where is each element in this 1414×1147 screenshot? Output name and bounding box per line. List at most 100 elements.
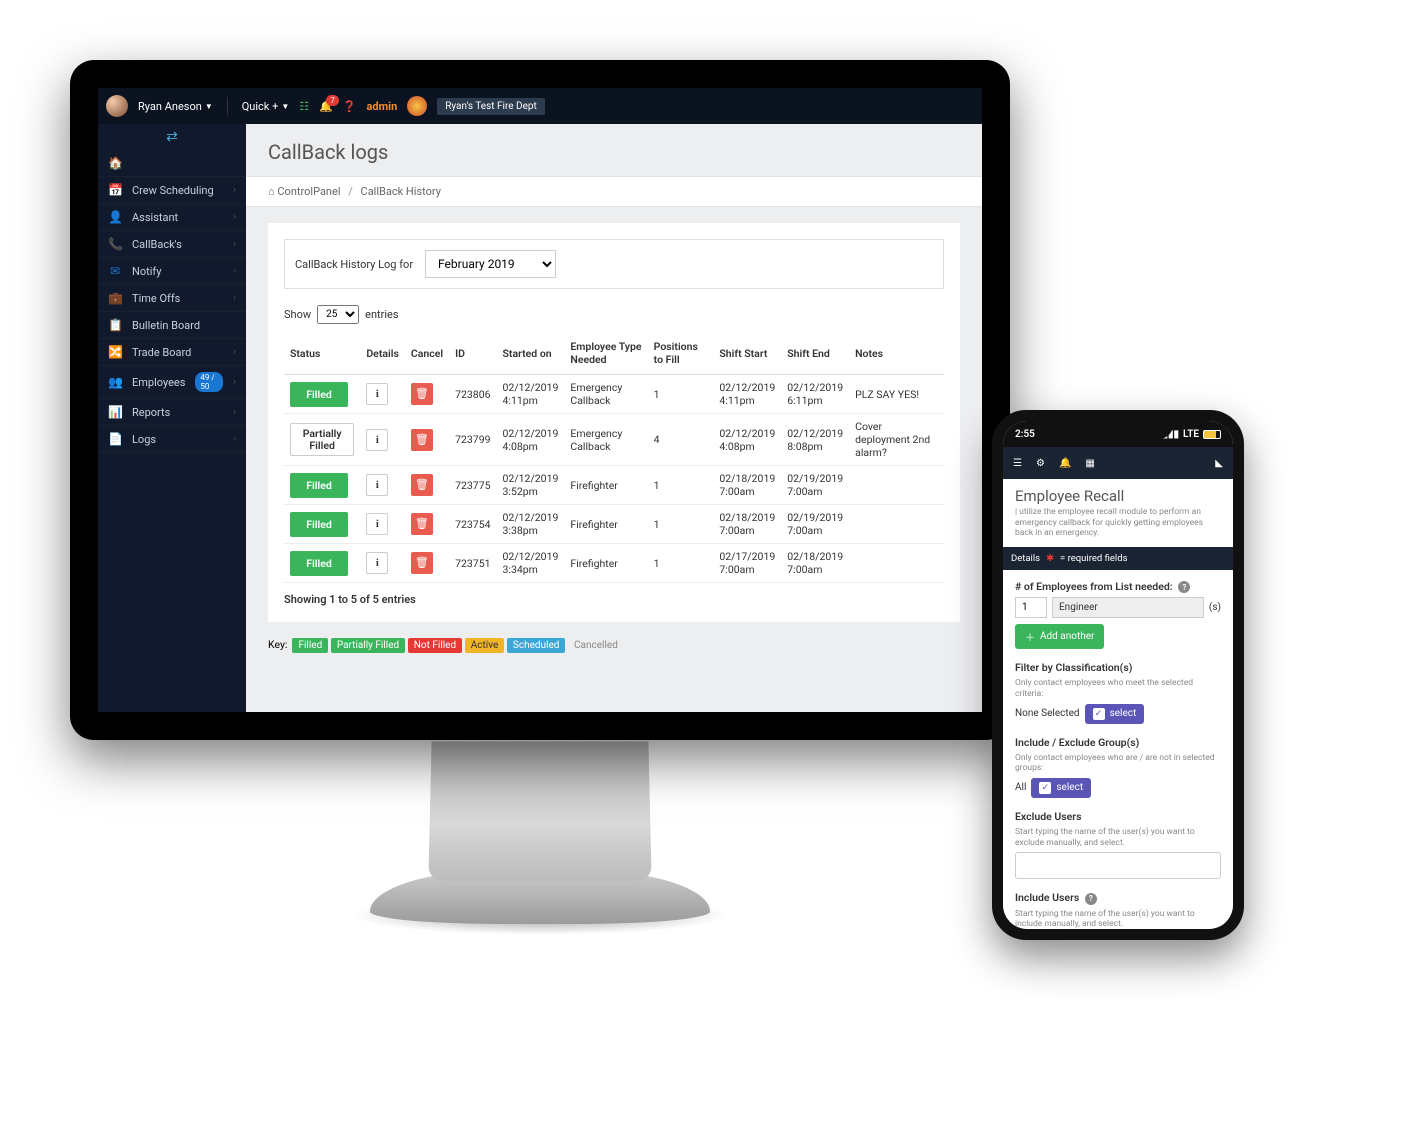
sidebar-item[interactable]: 🔀Trade Board› — [98, 339, 246, 366]
column-header[interactable]: Shift Start — [713, 332, 781, 375]
table-row: Partially Filled i 🗑 723799 02/12/20194:… — [284, 414, 944, 466]
phone-body[interactable]: Employee Recall | utilize the employee r… — [1003, 479, 1233, 929]
details-button[interactable]: i — [366, 513, 388, 535]
monitor-stand-neck — [428, 741, 651, 880]
notif-badge: 7 — [326, 95, 339, 106]
sidebar-toggle[interactable]: ⇄ — [98, 124, 246, 150]
cell-type: Firefighter — [564, 505, 647, 544]
sidebar-item[interactable]: 👥Employees49 / 50› — [98, 366, 246, 399]
column-header[interactable]: Positions to Fill — [648, 332, 714, 375]
chevron-right-icon: › — [233, 377, 236, 387]
sidebar-label: Reports — [132, 406, 170, 419]
callback-table: StatusDetailsCancelIDStarted onEmployee … — [284, 332, 944, 583]
mobile-phone: 2:55 ▮▮▮▮ LTE ☰ ⚙ 🔔 ▦ ◣ Employee Recall … — [992, 410, 1244, 940]
bell-icon[interactable]: 🔔 — [1059, 458, 1071, 469]
column-header[interactable]: Shift End — [781, 332, 849, 375]
cell-type: Emergency Callback — [564, 375, 647, 414]
sidebar-icon: 👥 — [108, 375, 122, 389]
chevron-right-icon: › — [233, 293, 236, 303]
filter-select-button[interactable]: ✓select — [1085, 704, 1145, 724]
sidebar-item[interactable]: 📅Crew Scheduling› — [98, 177, 246, 204]
status-pill: Filled — [290, 512, 348, 537]
details-button[interactable]: i — [366, 429, 388, 451]
sidebar-item[interactable]: 💼Time Offs› — [98, 285, 246, 312]
sidebar-icon: 📄 — [108, 432, 122, 446]
user-dropdown[interactable]: Ryan Aneson ▼ — [138, 100, 213, 113]
details-button[interactable]: i — [366, 474, 388, 496]
add-another-button[interactable]: ＋Add another — [1015, 624, 1104, 649]
plus-icon: ＋ — [1025, 629, 1035, 644]
entries-suffix: entries — [365, 308, 398, 321]
legend-pill: Not Filled — [408, 638, 462, 653]
cell-end: 02/19/20197:00am — [781, 505, 849, 544]
column-header[interactable]: Status — [284, 332, 360, 375]
details-button[interactable]: i — [366, 383, 388, 405]
help-icon[interactable]: ? — [1178, 581, 1190, 593]
entries-select[interactable]: 25 — [317, 305, 359, 324]
details-button[interactable]: i — [366, 552, 388, 574]
avatar[interactable] — [106, 95, 128, 117]
column-header[interactable]: ID — [449, 332, 496, 375]
phone-time: 2:55 — [1015, 429, 1035, 440]
exclude-users-input[interactable] — [1015, 852, 1221, 879]
home-icon[interactable]: ⌂ — [268, 185, 275, 198]
chevron-down-icon: ▼ — [205, 102, 213, 111]
calendar-icon[interactable]: ▦ — [1085, 458, 1094, 469]
logo-icon[interactable]: ◣ — [1215, 458, 1223, 469]
help-icon[interactable]: ? — [1085, 893, 1097, 905]
cell-started: 02/12/20194:08pm — [497, 414, 565, 466]
cell-started: 02/12/20194:11pm — [497, 375, 565, 414]
emp-count-input[interactable] — [1015, 597, 1047, 618]
details-strip: Details ✱ = required fields — [1003, 547, 1233, 570]
emp-count-label: # of Employees from List needed: — [1015, 580, 1173, 593]
emp-role-select[interactable]: Engineer — [1052, 597, 1204, 618]
cancel-button[interactable]: 🗑 — [411, 429, 433, 451]
column-header[interactable]: Notes — [849, 332, 944, 375]
sidebar-item[interactable]: ✉Notify› — [98, 258, 246, 285]
phone-page-title: Employee Recall — [1015, 487, 1221, 505]
gear-icon[interactable]: ⚙ — [1036, 458, 1045, 469]
cell-end: 02/12/20196:11pm — [781, 375, 849, 414]
cell-notes — [849, 466, 944, 505]
quick-menu[interactable]: Quick + ▼ — [242, 100, 290, 113]
include-select-button[interactable]: ✓select — [1031, 778, 1091, 798]
sidebar-item[interactable]: 🏠 — [98, 150, 246, 177]
notifications-button[interactable]: 🔔 7 — [319, 100, 333, 113]
cancel-button[interactable]: 🗑 — [411, 383, 433, 405]
cell-positions: 1 — [648, 375, 714, 414]
cell-id: 723751 — [449, 544, 496, 583]
sidebar-icon: ✉ — [108, 264, 122, 278]
sidebar-item[interactable]: 📋Bulletin Board — [98, 312, 246, 339]
sidebar-label: Assistant — [132, 211, 178, 224]
battery-icon — [1203, 430, 1221, 439]
admin-link[interactable]: admin — [367, 100, 398, 113]
month-select[interactable]: February 2019 — [425, 250, 556, 278]
sidebar-icon: 📞 — [108, 237, 122, 251]
help-icon[interactable]: ❓ — [343, 100, 357, 113]
column-header[interactable]: Employee Type Needed — [564, 332, 647, 375]
cancel-button[interactable]: 🗑 — [411, 474, 433, 496]
breadcrumb-root[interactable]: ControlPanel — [277, 185, 340, 198]
sidebar-item[interactable]: 📊Reports› — [98, 399, 246, 426]
cancel-button[interactable]: 🗑 — [411, 513, 433, 535]
cell-end: 02/12/20198:08pm — [781, 414, 849, 466]
calendar-icon[interactable]: ☷ — [299, 100, 309, 113]
chevron-right-icon: › — [233, 266, 236, 276]
carrier-label: LTE — [1183, 429, 1199, 440]
sidebar-icon: 💼 — [108, 291, 122, 305]
desktop-screen: Ryan Aneson ▼ Quick + ▼ ☷ 🔔 7 ❓ admin Ry… — [98, 88, 982, 712]
column-header[interactable]: Cancel — [405, 332, 449, 375]
column-header[interactable]: Details — [360, 332, 405, 375]
chevron-right-icon: › — [233, 239, 236, 249]
sidebar-item[interactable]: 📞 CallBack's › — [98, 231, 246, 258]
exclude-users-help: Start typing the name of the user(s) you… — [1015, 827, 1221, 848]
dept-chip[interactable]: Ryan's Test Fire Dept — [437, 98, 545, 115]
sidebar-item[interactable]: 📄Logs› — [98, 426, 246, 453]
hamburger-icon[interactable]: ☰ — [1013, 458, 1022, 469]
sidebar-label: CallBack's — [132, 238, 182, 251]
cell-end: 02/18/20197:00am — [781, 544, 849, 583]
column-header[interactable]: Started on — [497, 332, 565, 375]
sidebar-label: Trade Board — [132, 346, 191, 359]
sidebar-item[interactable]: 👤Assistant› — [98, 204, 246, 231]
cancel-button[interactable]: 🗑 — [411, 552, 433, 574]
